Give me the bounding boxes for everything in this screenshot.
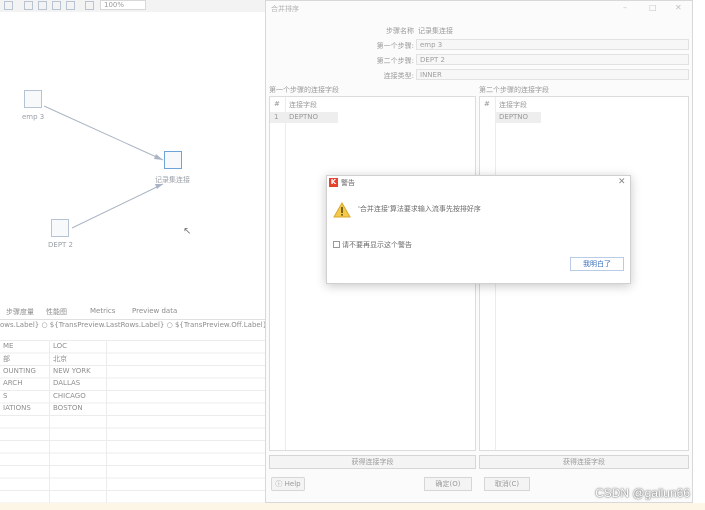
second-step-select[interactable]: DEPT 2 bbox=[416, 54, 689, 65]
dont-show-label: 请不要再显示这个警告 bbox=[342, 241, 412, 249]
table-cell: NEW YORK bbox=[53, 367, 91, 375]
dialog-title: 合并排序 bbox=[271, 5, 299, 13]
execution-results-panel: 步骤度量 性能图 Metrics Preview data ows.Label}… bbox=[0, 305, 267, 510]
table-row[interactable]: 1 DEPTNO bbox=[270, 112, 338, 123]
zoom-value: 100% bbox=[104, 1, 125, 9]
tab-step-metrics[interactable]: 步骤度量 bbox=[6, 307, 34, 317]
preview-table: ME LOC 部 北京 OUNTING NEW YORK ARCH DALLAS… bbox=[0, 340, 265, 510]
dont-show-checkbox[interactable] bbox=[333, 241, 340, 248]
column-header: 连接字段 bbox=[499, 101, 527, 109]
node-label: DEPT 2 bbox=[48, 241, 73, 249]
step-name-field[interactable]: 记录集连接 bbox=[418, 26, 453, 36]
mouse-cursor-icon: ↖ bbox=[183, 226, 192, 237]
column-header: # bbox=[274, 100, 280, 108]
sql-icon[interactable] bbox=[85, 1, 94, 10]
table-cell: IATIONS bbox=[3, 404, 31, 412]
ok-button[interactable]: 确定(O) bbox=[424, 477, 472, 491]
step-name-label: 步骤名称 bbox=[386, 27, 414, 35]
replay-icon[interactable] bbox=[52, 1, 61, 10]
help-icon: ⓘ bbox=[275, 480, 285, 488]
radio-icon[interactable]: ○ bbox=[167, 321, 175, 329]
table-cell: 部 bbox=[3, 355, 10, 363]
table-cell[interactable]: DEPTNO bbox=[289, 113, 318, 121]
table-cell: 北京 bbox=[53, 355, 67, 363]
join-type-select[interactable]: INNER bbox=[416, 69, 689, 80]
get-right-fields-button[interactable]: 获得连接字段 bbox=[479, 455, 689, 469]
first-step-select[interactable]: emp 3 bbox=[416, 39, 689, 50]
row-number: 1 bbox=[274, 113, 279, 121]
cancel-button[interactable]: 取消(C) bbox=[484, 477, 530, 491]
table-cell: OUNTING bbox=[3, 367, 36, 375]
table-cell: S bbox=[3, 392, 8, 400]
preview-icon[interactable] bbox=[24, 1, 33, 10]
table-row[interactable]: DEPTNO bbox=[495, 112, 541, 123]
table-cell: CHICAGO bbox=[53, 392, 86, 400]
verify-icon[interactable] bbox=[66, 1, 75, 10]
warning-title: 警告 bbox=[341, 179, 355, 187]
right-section-label: 第二个步骤的连接字段 bbox=[479, 86, 549, 94]
node-label: 记录集连接 bbox=[155, 176, 190, 184]
hop-lines bbox=[43, 105, 164, 229]
step-node-dept2[interactable] bbox=[51, 219, 69, 237]
column-header: LOC bbox=[53, 342, 68, 350]
second-step-label: 第二个步骤: bbox=[376, 57, 414, 65]
table-cell: ARCH bbox=[3, 379, 23, 387]
minimize-icon[interactable]: – bbox=[623, 3, 627, 12]
close-icon[interactable]: ✕ bbox=[675, 3, 682, 12]
first-step-label: 第一个步骤: bbox=[376, 42, 414, 50]
debug-icon[interactable] bbox=[38, 1, 47, 10]
tab-performance[interactable]: 性能图 bbox=[46, 307, 67, 317]
join-type-label: 连接类型: bbox=[383, 72, 414, 80]
step-node-merge-join[interactable] bbox=[164, 151, 182, 169]
column-header: ME bbox=[3, 342, 14, 350]
get-left-fields-button[interactable]: 获得连接字段 bbox=[269, 455, 476, 469]
radio-label[interactable]: ${TransPreview.LastRows.Label} bbox=[50, 321, 165, 329]
warning-icon bbox=[333, 202, 351, 218]
maximize-icon[interactable]: □ bbox=[649, 3, 657, 12]
node-label: emp 3 bbox=[22, 113, 45, 121]
tab-metrics[interactable]: Metrics bbox=[90, 307, 115, 315]
understood-button[interactable]: 我明白了 bbox=[570, 257, 624, 271]
run-icon[interactable] bbox=[4, 1, 13, 10]
zoom-select[interactable]: 100% bbox=[100, 0, 146, 10]
watermark: CSDN @gailun66 bbox=[595, 486, 690, 500]
status-strip bbox=[0, 503, 705, 510]
results-tabbar: 步骤度量 性能图 Metrics Preview data bbox=[0, 305, 265, 320]
app-logo-icon: K bbox=[329, 178, 338, 187]
step-node-emp3[interactable] bbox=[24, 90, 42, 108]
preview-radio-row: ows.Label} ○ ${TransPreview.LastRows.Lab… bbox=[0, 321, 267, 329]
warning-dialog: K 警告 ✕ '合并连接'算法要求输入流事先按排好序 请不要再显示这个警告 我明… bbox=[326, 175, 631, 284]
radio-label[interactable]: ows.Label} bbox=[0, 321, 39, 329]
close-icon[interactable]: ✕ bbox=[618, 177, 626, 187]
column-header: # bbox=[484, 100, 490, 108]
table-cell: BOSTON bbox=[53, 404, 83, 412]
table-cell: DALLAS bbox=[53, 379, 81, 387]
left-section-label: 第一个步骤的连接字段 bbox=[269, 86, 339, 94]
transformation-canvas[interactable]: emp 3 记录集连接 DEPT 2 ↖ bbox=[0, 12, 265, 288]
warning-message: '合并连接'算法要求输入流事先按排好序 bbox=[358, 205, 481, 213]
help-button[interactable]: ⓘ Help bbox=[271, 477, 305, 491]
radio-icon[interactable]: ○ bbox=[41, 321, 49, 329]
table-cell[interactable]: DEPTNO bbox=[499, 113, 528, 121]
column-header: 连接字段 bbox=[289, 101, 317, 109]
tab-preview-data[interactable]: Preview data bbox=[132, 307, 177, 315]
radio-label[interactable]: ${TransPreview.Off.Label} bbox=[175, 321, 267, 329]
help-label: Help bbox=[284, 480, 301, 488]
